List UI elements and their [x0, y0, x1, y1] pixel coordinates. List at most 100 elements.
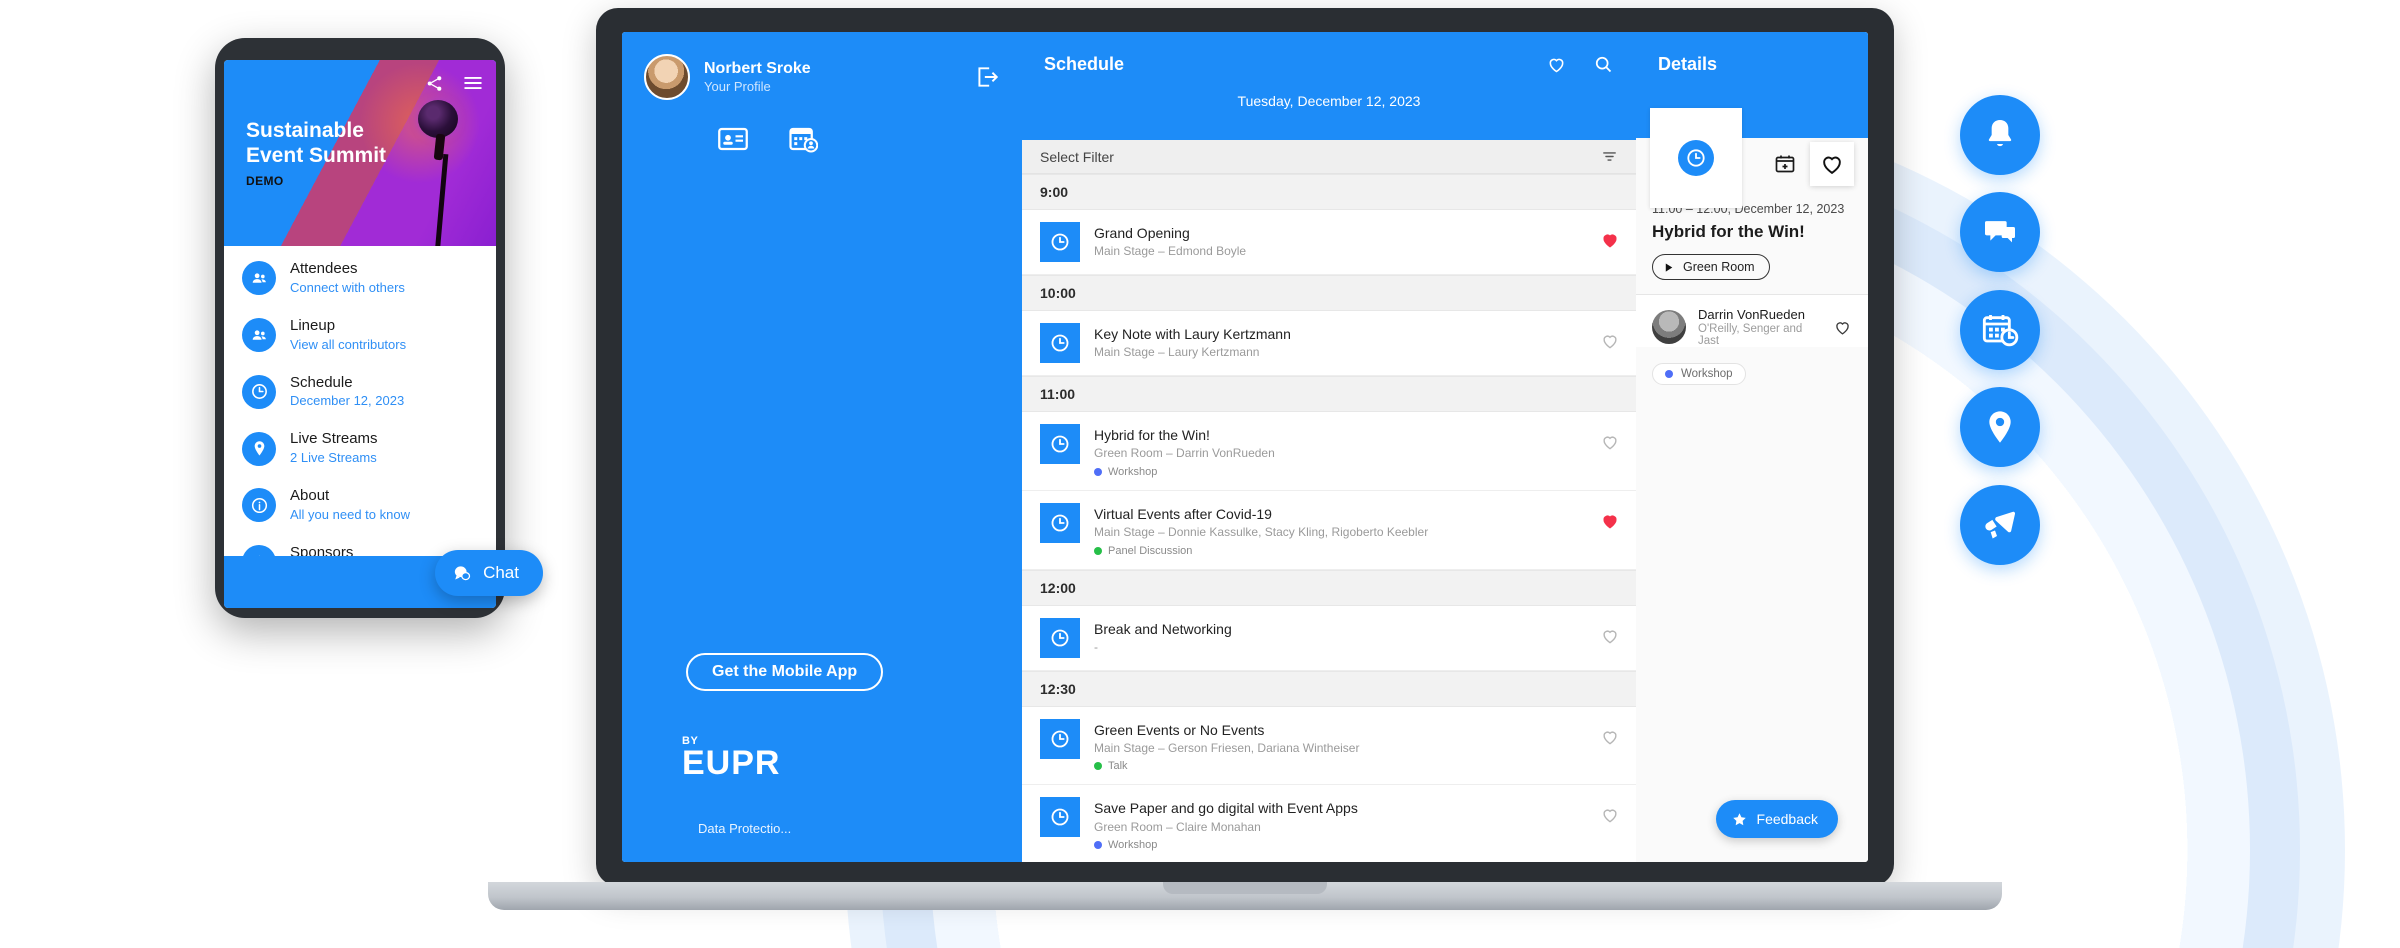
data-protection-link[interactable]: Data Protectio... [698, 821, 998, 836]
select-filter-bar[interactable]: Select Filter [1022, 140, 1636, 174]
screenshot-root: Norbert Sroke Your Profile Get the Mobil… [0, 0, 2400, 948]
details-session-title: Hybrid for the Win! [1652, 222, 1805, 241]
info-icon [242, 488, 276, 523]
laptop-mockup: Norbert Sroke Your Profile Get the Mobil… [488, 8, 2002, 938]
session-favorite-icon[interactable] [1600, 719, 1620, 747]
details-tag-label: Workshop [1681, 368, 1733, 380]
session-tag: Workshop [1094, 839, 1586, 851]
avatar [644, 54, 690, 100]
session-title: Green Events or No Events [1094, 721, 1265, 738]
hamburger-menu-icon[interactable] [462, 72, 484, 94]
session-subtitle: Green Room – Claire Monahan [1094, 819, 1261, 834]
left-nav-icons [622, 100, 1022, 154]
schedule-time-header: 11:00 [1022, 376, 1636, 412]
session-tag-label: Talk [1108, 760, 1128, 773]
phone-menu-list[interactable]: Attendees Connect with others Lineup View a… [224, 246, 496, 591]
session-subtitle: Main Stage – Gerson Friesen, Dariana Win… [1094, 740, 1360, 755]
session-title: Break and Networking [1094, 620, 1232, 637]
contact-card-icon[interactable] [718, 124, 748, 154]
laptop-screen: Norbert Sroke Your Profile Get the Mobil… [622, 32, 1868, 862]
phone-menu-item-subtitle: View all contributors [290, 336, 407, 352]
phone-menu-item-title: Attendees [290, 260, 358, 277]
phone-menu-item-live-streams[interactable]: Live Streams 2 Live Streams [224, 420, 496, 477]
phone-menu-item-lineup[interactable]: Lineup View all contributors [224, 307, 496, 364]
session-title: Virtual Events after Covid-19 [1094, 505, 1272, 522]
phone-menu-item-about[interactable]: About All you need to know [224, 477, 496, 534]
floating-megaphone-icon[interactable] [1960, 485, 2040, 565]
hero-demo-label: DEMO [246, 174, 284, 189]
select-filter-label: Select Filter [1040, 148, 1114, 165]
search-icon[interactable] [1593, 54, 1614, 75]
clock-icon [1040, 617, 1080, 658]
schedule-session-row[interactable]: Break and Networking - [1022, 605, 1636, 671]
speaker-avatar [1652, 310, 1686, 344]
app-left-panel: Norbert Sroke Your Profile Get the Mobil… [622, 32, 1022, 862]
details-room-button[interactable]: Green Room [1652, 254, 1770, 280]
session-favorite-icon[interactable] [1600, 503, 1620, 531]
details-panel: Details 11:00 – 12:00, December 12, 2023… [1636, 32, 1868, 862]
profile-row[interactable]: Norbert Sroke Your Profile [622, 32, 1022, 100]
schedule-time-header: 12:30 [1022, 670, 1636, 707]
details-tag-chip: Workshop [1652, 363, 1746, 385]
floating-calendar-clock-icon[interactable] [1960, 290, 2040, 370]
schedule-time-header: 10:00 [1022, 275, 1636, 311]
phone-menu-item-subtitle: Connect with others [290, 279, 405, 295]
session-tag: Talk [1094, 760, 1586, 772]
clock-icon [242, 374, 276, 409]
calendar-plus-icon[interactable] [1768, 147, 1802, 181]
clock-icon [1040, 323, 1080, 363]
session-tag: Workshop [1094, 466, 1586, 478]
tag-color-dot [1094, 546, 1102, 555]
session-favorite-icon[interactable] [1600, 424, 1620, 452]
phone-mockup: Sustainable Event Summit DEMO Attendees C… [215, 38, 543, 618]
schedule-panel: Schedule Tuesday, December 12, 2023 Sele… [1022, 32, 1636, 862]
phone-menu-item-title: Live Streams [290, 430, 378, 448]
get-mobile-app-button[interactable]: Get the Mobile App [686, 652, 884, 691]
session-favorite-icon[interactable] [1600, 222, 1620, 250]
hero-title-line2: Event Summit [246, 144, 387, 168]
people-icon [242, 318, 276, 353]
schedule-session-row[interactable]: Green Events or No Events Main Stage – Ge… [1022, 706, 1636, 786]
schedule-header: Schedule Tuesday, December 12, 2023 [1022, 32, 1636, 140]
share-icon[interactable] [425, 74, 444, 93]
brand-name: EUPR [682, 743, 781, 782]
speaker-favorite-icon[interactable] [1833, 318, 1852, 337]
schedule-list[interactable]: 9:00 Grand Opening Main Stage – Edmond Boy… [1022, 174, 1636, 862]
details-speaker-row[interactable]: Darrin VonRueden O'Reilly, Senger and Ja… [1636, 295, 1868, 347]
session-favorite-icon[interactable] [1600, 323, 1620, 351]
session-tag-label: Panel Discussion [1108, 544, 1193, 557]
session-favorite-icon[interactable] [1600, 797, 1620, 825]
clock-icon [1040, 424, 1080, 464]
schedule-session-row[interactable]: Grand Opening Main Stage – Edmond Boyle [1022, 210, 1636, 275]
calendar-person-icon[interactable] [788, 124, 818, 154]
floating-bell-icon[interactable] [1960, 95, 2040, 175]
floating-chat-bubbles-icon[interactable] [1960, 192, 2040, 272]
heart-icon[interactable] [1546, 54, 1567, 75]
session-subtitle: Green Room – Darrin VonRueden [1094, 446, 1275, 461]
microphone-graphic [406, 100, 464, 246]
clock-icon [1040, 718, 1080, 759]
schedule-session-row[interactable]: Save Paper and go digital with Event App… [1022, 785, 1636, 862]
phone-menu-item-attendees[interactable]: Attendees Connect with others [224, 250, 496, 307]
filter-icon[interactable] [1601, 148, 1618, 165]
phone-menu-item-subtitle: 2 Live Streams [290, 450, 377, 465]
phone-hero-actions [425, 72, 484, 94]
session-tag-label: Workshop [1108, 465, 1158, 478]
profile-name: Norbert Sroke [704, 59, 811, 77]
session-title: Key Note with Laury Kertzmann [1094, 326, 1291, 342]
chat-button[interactable]: Chat [435, 550, 543, 596]
session-favorite-icon[interactable] [1600, 618, 1620, 646]
favorite-heart-icon[interactable] [1810, 142, 1854, 186]
floating-map-pin-icon[interactable] [1960, 387, 2040, 467]
feedback-button[interactable]: Feedback [1715, 800, 1838, 838]
schedule-session-row[interactable]: Virtual Events after Covid-19 Main Stage … [1022, 490, 1636, 570]
schedule-session-row[interactable]: Hybrid for the Win! Green Room – Darrin V… [1022, 412, 1636, 491]
clock-icon [1678, 140, 1714, 176]
logout-icon[interactable] [974, 64, 1000, 90]
tag-color-dot [1094, 841, 1102, 850]
speaker-organisation: O'Reilly, Senger and Jast [1698, 323, 1803, 347]
session-tag: Panel Discussion [1094, 545, 1586, 557]
phone-menu-item-schedule[interactable]: Schedule December 12, 2023 [224, 364, 496, 421]
phone-body: Sustainable Event Summit DEMO Attendees C… [215, 38, 505, 618]
schedule-session-row[interactable]: Key Note with Laury Kertzmann Main Stage … [1022, 311, 1636, 376]
